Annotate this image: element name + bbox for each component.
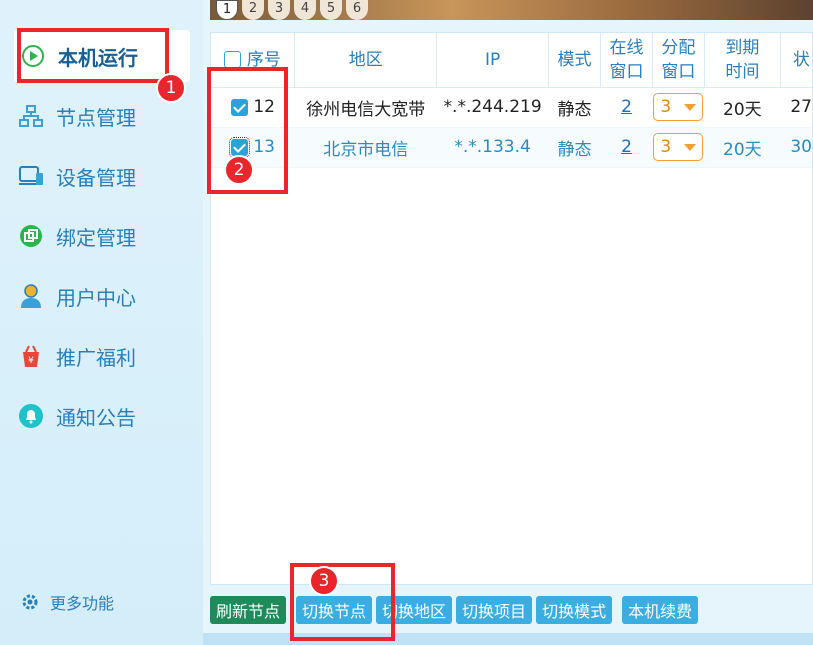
- annotation-box-1: [17, 28, 169, 83]
- header-status: 状: [780, 33, 812, 88]
- table-row[interactable]: 12 徐州电信大宽带 *.*.244.219 静态 2 3 20天 27: [211, 87, 812, 128]
- header-expire-line2: 时间: [725, 61, 760, 82]
- sidebar-item-bind-manage[interactable]: 绑定管理: [18, 216, 136, 256]
- select-all-checkbox[interactable]: [224, 51, 242, 69]
- node-table: 序号 地区 IP 模式 在线 窗口 分配 窗口 到期 时间 状 12 徐州电信大宽带 …: [211, 33, 812, 168]
- cell-expire: 20天: [704, 87, 781, 128]
- annotation-badge-1: 1: [156, 73, 186, 103]
- page-dot-4[interactable]: 4: [294, 0, 316, 20]
- chevron-down-icon: [684, 103, 697, 111]
- online-windows-link[interactable]: 2: [621, 137, 632, 157]
- bell-icon: [18, 403, 44, 429]
- header-expire-line1: 到期: [725, 37, 760, 58]
- switch-mode-button[interactable]: 切换模式: [536, 596, 613, 624]
- sidebar-item-device-manage[interactable]: 设备管理: [18, 156, 136, 196]
- sidebar-item-notice[interactable]: 通知公告: [18, 396, 136, 436]
- sidebar-item-user-center[interactable]: 用户中心: [18, 276, 136, 316]
- cell-online: 2: [600, 87, 653, 128]
- chevron-down-icon: [684, 143, 697, 151]
- gift-icon: ¥: [18, 343, 44, 369]
- header-alloc-windows: 分配 窗口: [652, 33, 705, 88]
- sidebar-item-label: 用户中心: [56, 285, 136, 310]
- online-windows-link[interactable]: 2: [621, 97, 632, 117]
- renew-button[interactable]: 本机续费: [622, 596, 699, 624]
- cell-ip: *.*.133.4: [436, 127, 549, 168]
- cell-ip: *.*.244.219: [436, 87, 549, 128]
- alloc-windows-select[interactable]: 3: [653, 93, 704, 121]
- network-icon: [18, 103, 44, 129]
- cell-alloc: 3: [652, 87, 705, 128]
- header-alloc-line1: 分配: [661, 37, 696, 58]
- cell-alloc: 3: [652, 127, 705, 168]
- header-mode: 模式: [548, 33, 602, 88]
- refresh-nodes-button[interactable]: 刷新节点: [210, 596, 287, 624]
- header-region: 地区: [294, 33, 438, 88]
- gear-icon: [20, 592, 40, 612]
- sidebar-item-node-manage[interactable]: 节点管理: [18, 96, 136, 136]
- sidebar-item-label: 节点管理: [56, 105, 136, 130]
- bind-icon: [18, 223, 44, 249]
- sidebar-item-label: 推广福利: [56, 345, 136, 370]
- header-online-line1: 在线: [609, 37, 644, 58]
- cell-mode: 静态: [548, 127, 601, 168]
- device-icon: [18, 163, 44, 189]
- cell-status: 27: [780, 87, 812, 128]
- cell-expire: 20天: [704, 127, 781, 168]
- page-dot-6[interactable]: 6: [346, 0, 368, 20]
- svg-text:¥: ¥: [28, 356, 34, 366]
- header-online-windows: 在线 窗口: [600, 33, 653, 88]
- annotation-badge-2: 2: [224, 155, 254, 185]
- sidebar-item-label: 绑定管理: [56, 225, 136, 250]
- sidebar-item-label: 通知公告: [56, 405, 136, 430]
- bottom-toolbar: 刷新节点 切换节点 切换地区 切换项目 切换模式 本机续费: [210, 596, 699, 624]
- annotation-box-3: [290, 563, 395, 641]
- page-dot-2[interactable]: 2: [242, 0, 264, 20]
- table-row[interactable]: 13 北京市电信 *.*.133.4 静态 2 3 20天 30: [211, 127, 812, 168]
- alloc-value: 3: [660, 97, 672, 117]
- user-icon: [18, 283, 44, 309]
- node-table-panel: 序号 地区 IP 模式 在线 窗口 分配 窗口 到期 时间 状 12 徐州电信大宽带 …: [210, 32, 813, 585]
- switch-project-button[interactable]: 切换项目: [456, 596, 533, 624]
- page-dot-3[interactable]: 3: [268, 0, 290, 20]
- more-features-link[interactable]: 更多功能: [20, 590, 114, 614]
- header-online-line2: 窗口: [609, 61, 644, 82]
- more-features-label: 更多功能: [50, 594, 115, 613]
- alloc-value: 3: [660, 137, 672, 157]
- header-alloc-line2: 窗口: [661, 61, 696, 82]
- sidebar-item-label: 设备管理: [56, 165, 136, 190]
- table-header-row: 序号 地区 IP 模式 在线 窗口 分配 窗口 到期 时间 状: [211, 33, 812, 88]
- cell-region: 北京市电信: [294, 127, 437, 168]
- cell-online: 2: [600, 127, 653, 168]
- cell-region: 徐州电信大宽带: [294, 87, 437, 128]
- page-dot-1[interactable]: 1: [216, 0, 238, 20]
- header-ip: IP: [436, 33, 550, 88]
- cell-mode: 静态: [548, 87, 601, 128]
- cell-status: 30: [780, 127, 812, 168]
- page-dot-5[interactable]: 5: [320, 0, 342, 20]
- alloc-windows-select[interactable]: 3: [653, 133, 704, 161]
- banner-pagination: 1 2 3 4 5 6: [216, 0, 368, 20]
- header-expire: 到期 时间: [704, 33, 781, 88]
- sidebar-item-promotion[interactable]: ¥ 推广福利: [18, 336, 136, 376]
- annotation-badge-3: 3: [309, 566, 339, 596]
